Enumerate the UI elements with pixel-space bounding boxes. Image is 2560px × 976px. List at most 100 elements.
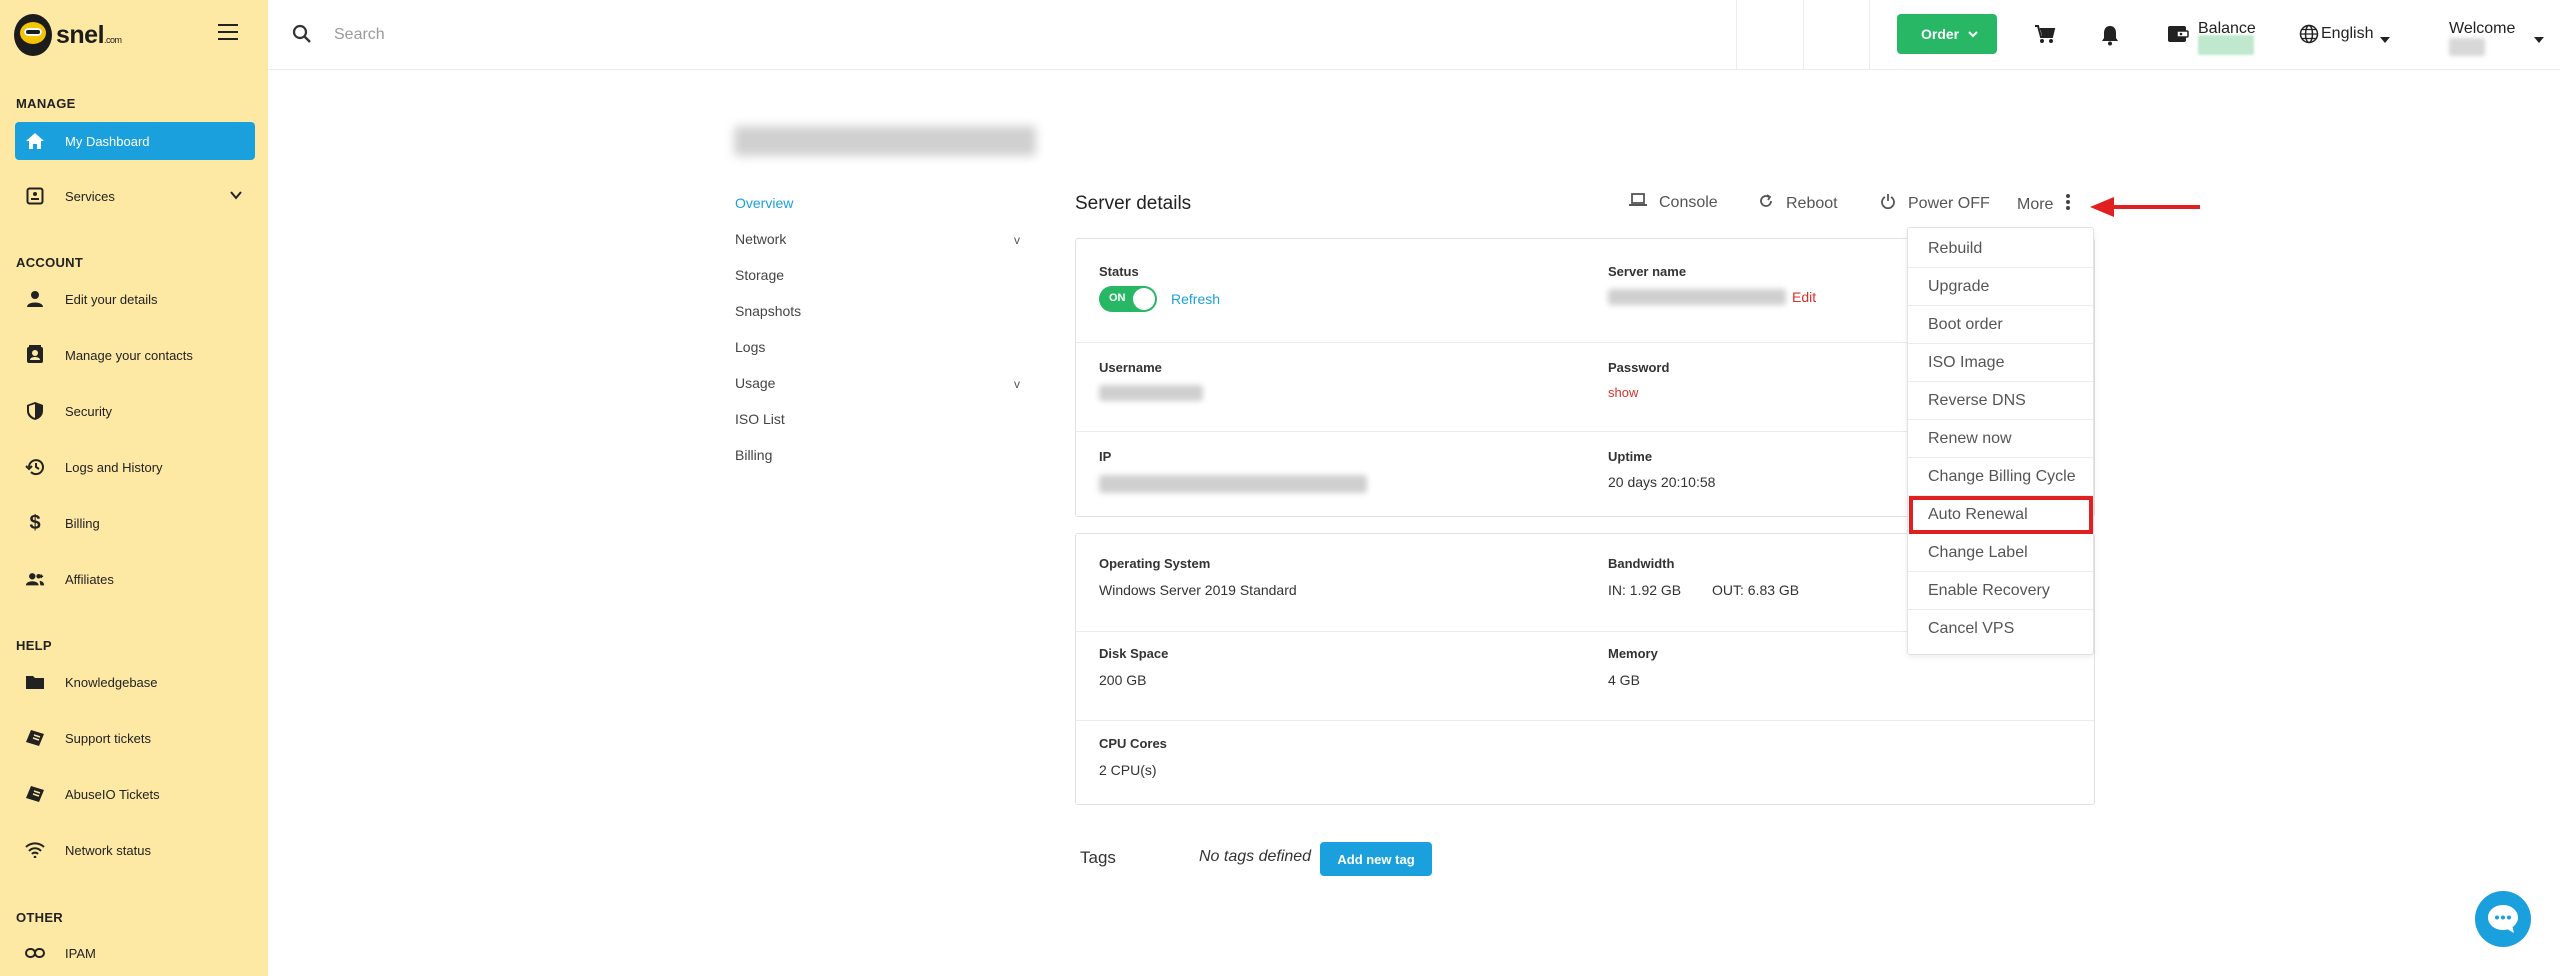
sidebar: snel.com MANAGE My Dashboard Services AC… <box>0 0 268 976</box>
disk-value: 200 GB <box>1099 672 1147 688</box>
os-value: Windows Server 2019 Standard <box>1099 582 1297 598</box>
password-show-link[interactable]: show <box>1608 385 1638 400</box>
link-icon <box>25 943 45 963</box>
power-icon <box>1880 193 1896 214</box>
logo-text: snel <box>56 20 105 49</box>
person-icon <box>25 289 45 309</box>
expand-marker[interactable]: v <box>1014 377 1020 391</box>
cart-icon[interactable] <box>2034 24 2056 49</box>
tickets-icon <box>25 784 45 804</box>
toggle-knob <box>1133 288 1155 310</box>
sidebar-item-label: Security <box>65 403 112 419</box>
console-label: Console <box>1659 193 1718 211</box>
sidebar-item-ipam[interactable]: IPAM <box>15 934 255 972</box>
welcome-label[interactable]: Welcome <box>2449 20 2515 38</box>
expand-marker[interactable]: v <box>1014 233 1020 247</box>
sidebar-item-logs[interactable]: Logs and History <box>15 448 255 486</box>
more-vert-icon <box>2065 193 2071 216</box>
status-toggle[interactable]: ON <box>1099 286 1157 312</box>
sidebar-item-label: Affiliates <box>65 571 114 587</box>
menu-item-auto-renewal[interactable]: Auto Renewal <box>1909 496 2093 534</box>
shield-icon <box>25 401 45 421</box>
chevron-down-icon[interactable] <box>229 188 243 205</box>
chat-widget-button[interactable] <box>2475 891 2531 947</box>
sidebar-item-billing[interactable]: $ Billing <box>15 504 255 542</box>
power-off-button[interactable]: Power OFF <box>1880 193 1990 214</box>
subnav-logs[interactable]: Logs <box>735 339 765 355</box>
caret-down-icon[interactable] <box>2380 30 2390 48</box>
sidebar-item-label: My Dashboard <box>65 133 150 149</box>
console-button[interactable]: Console <box>1629 193 1718 212</box>
chat-bubble-icon <box>2488 905 2518 933</box>
sidebar-item-knowledgebase[interactable]: Knowledgebase <box>15 663 255 701</box>
order-button[interactable]: Order <box>1897 14 1997 54</box>
wallet-icon[interactable] <box>2167 24 2189 49</box>
subnav-overview[interactable]: Overview <box>735 195 793 211</box>
home-icon <box>25 131 45 151</box>
sidebar-item-network-status[interactable]: Network status <box>15 831 255 869</box>
reboot-icon <box>1758 193 1774 214</box>
menu-item-rebuild[interactable]: Rebuild <box>1908 230 2093 268</box>
reboot-button[interactable]: Reboot <box>1758 193 1838 214</box>
globe-icon[interactable] <box>2299 24 2319 49</box>
services-icon <box>25 186 45 206</box>
menu-item-change-billing-cycle[interactable]: Change Billing Cycle <box>1908 458 2093 496</box>
sidebar-item-abuseio-tickets[interactable]: AbuseIO Tickets <box>15 775 255 813</box>
subnav-usage[interactable]: Usage <box>735 375 775 391</box>
section-label-help: HELP <box>16 638 52 653</box>
menu-toggle-icon[interactable] <box>218 24 238 40</box>
os-label: Operating System <box>1099 556 1211 571</box>
status-label: Status <box>1099 264 1139 279</box>
subnav-storage[interactable]: Storage <box>735 267 784 283</box>
sidebar-item-label: IPAM <box>65 945 96 961</box>
caret-down-icon[interactable] <box>2534 30 2544 48</box>
sidebar-item-affiliates[interactable]: Affiliates <box>15 560 255 598</box>
bell-icon[interactable] <box>2100 24 2120 51</box>
search-icon[interactable] <box>292 24 312 49</box>
subnav-snapshots[interactable]: Snapshots <box>735 303 801 319</box>
sidebar-item-contacts[interactable]: Manage your contacts <box>15 336 255 374</box>
laptop-icon <box>1629 193 1647 212</box>
menu-item-cancel-vps[interactable]: Cancel VPS <box>1908 610 2093 648</box>
menu-item-change-label[interactable]: Change Label <box>1908 534 2093 572</box>
sidebar-item-security[interactable]: Security <box>15 392 255 430</box>
sidebar-item-services[interactable]: Services <box>15 177 255 215</box>
search-input[interactable] <box>334 20 934 50</box>
logo-suffix: .com <box>104 34 122 45</box>
divider <box>1736 0 1737 70</box>
menu-item-boot-order[interactable]: Boot order <box>1908 306 2093 344</box>
menu-item-enable-recovery[interactable]: Enable Recovery <box>1908 572 2093 610</box>
sidebar-item-label: Logs and History <box>65 459 163 475</box>
subnav-billing[interactable]: Billing <box>735 447 772 463</box>
server-hostname <box>734 126 1036 156</box>
section-label-other: OTHER <box>16 910 63 925</box>
sidebar-item-label: Manage your contacts <box>65 347 193 363</box>
add-tag-button[interactable]: Add new tag <box>1320 842 1432 876</box>
section-label-account: ACCOUNT <box>16 255 84 270</box>
memory-label: Memory <box>1608 646 1658 661</box>
uptime-value: 20 days 20:10:58 <box>1608 474 1716 490</box>
bandwidth-label: Bandwidth <box>1608 556 1675 571</box>
subnav-network[interactable]: Network <box>735 231 786 247</box>
no-tags-text: No tags defined <box>1199 848 1312 865</box>
more-button[interactable]: More <box>2017 193 2071 216</box>
uptime-label: Uptime <box>1608 449 1653 464</box>
edit-link[interactable]: Edit <box>1792 289 1816 305</box>
menu-item-reverse-dns[interactable]: Reverse DNS <box>1908 382 2093 420</box>
folder-icon <box>25 672 45 692</box>
tags-label: Tags <box>1080 848 1116 867</box>
language-selector[interactable]: English <box>2321 25 2373 43</box>
sidebar-item-edit-details[interactable]: Edit your details <box>15 280 255 318</box>
server-name-label: Server name <box>1608 264 1687 279</box>
logo[interactable]: snel.com <box>14 14 122 56</box>
sidebar-item-label: AbuseIO Tickets <box>65 786 160 802</box>
bandwidth-in: IN: 1.92 GB <box>1608 582 1682 598</box>
subnav-iso-list[interactable]: ISO List <box>735 411 785 427</box>
menu-item-upgrade[interactable]: Upgrade <box>1908 268 2093 306</box>
more-dropdown-menu: Rebuild Upgrade Boot order ISO Image Rev… <box>1907 227 2094 655</box>
menu-item-iso-image[interactable]: ISO Image <box>1908 344 2093 382</box>
refresh-link[interactable]: Refresh <box>1171 291 1220 307</box>
menu-item-renew-now[interactable]: Renew now <box>1908 420 2093 458</box>
sidebar-item-support-tickets[interactable]: Support tickets <box>15 719 255 757</box>
sidebar-item-dashboard[interactable]: My Dashboard <box>15 122 255 160</box>
